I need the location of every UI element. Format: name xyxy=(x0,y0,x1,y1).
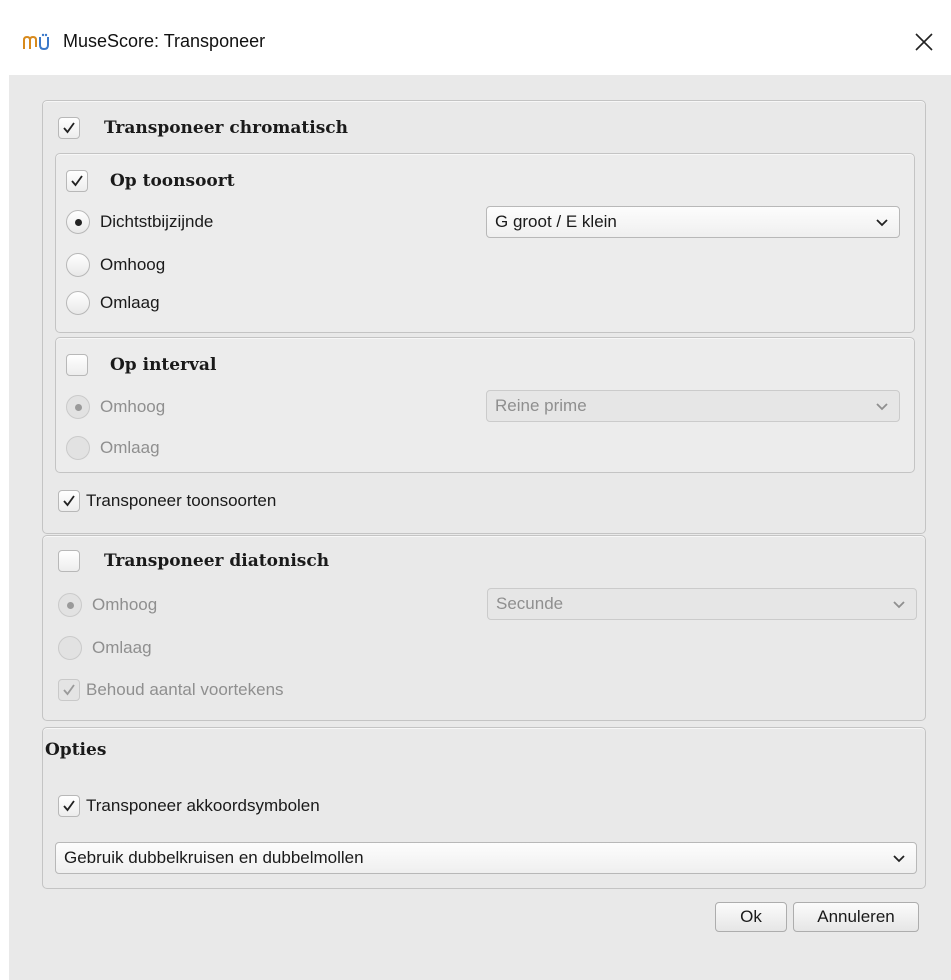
chromatic-label: Transponeer chromatisch xyxy=(104,118,349,138)
radio-up-interval-button[interactable] xyxy=(66,395,90,419)
accidentals-select[interactable]: Gebruik dubbelkruisen en dubbelmollen xyxy=(55,842,917,874)
options-title: Opties xyxy=(45,740,107,760)
by-interval-checkbox[interactable] xyxy=(66,354,88,376)
keep-accidentals-label: Behoud aantal voortekens xyxy=(86,680,284,699)
radio-nearest-button[interactable] xyxy=(66,210,90,234)
radio-up-interval[interactable]: Omhoog xyxy=(66,395,165,419)
radio-up-key[interactable]: Omhoog xyxy=(66,253,165,277)
chevron-down-icon xyxy=(876,219,888,227)
radio-down-diatonic-label: Omlaag xyxy=(92,638,152,657)
radio-down-interval-button[interactable] xyxy=(66,436,90,460)
radio-up-diatonic-label: Omhoog xyxy=(92,595,158,614)
by-interval-group: Op interval Omhoog Omlaag Reine prime xyxy=(55,337,915,473)
ok-button[interactable]: Ok xyxy=(715,902,787,932)
cancel-button[interactable]: Annuleren xyxy=(793,902,919,932)
by-key-checkbox-row[interactable]: Op toonsoort xyxy=(66,170,235,192)
accidentals-select-value: Gebruik dubbelkruisen en dubbelmollen xyxy=(64,848,364,867)
chromatic-group: Transponeer chromatisch Op toonsoort Dic… xyxy=(42,100,926,534)
checkmark-icon xyxy=(63,800,75,812)
diatonic-checkbox-row[interactable]: Transponeer diatonisch xyxy=(58,550,329,572)
radio-down-interval-label: Omlaag xyxy=(100,438,160,457)
musescore-icon xyxy=(23,33,49,51)
chord-symbols-checkbox[interactable] xyxy=(58,795,80,817)
checkmark-icon xyxy=(63,495,75,507)
radio-down-diatonic-button[interactable] xyxy=(58,636,82,660)
transpose-keys-row[interactable]: Transponeer toonsoorten xyxy=(58,490,276,512)
interval-select-value: Reine prime xyxy=(495,396,587,415)
degree-select-value: Secunde xyxy=(496,594,564,613)
close-button[interactable] xyxy=(897,9,951,75)
radio-up-key-button[interactable] xyxy=(66,253,90,277)
by-key-checkbox[interactable] xyxy=(66,170,88,192)
window-title: MuseScore: Transponeer xyxy=(63,31,266,51)
chevron-down-icon xyxy=(893,855,905,863)
options-group: Opties Transponeer akkoordsymbolen Gebru… xyxy=(42,727,926,889)
chevron-down-icon xyxy=(893,601,905,609)
by-key-label: Op toonsoort xyxy=(110,171,235,191)
radio-down-interval[interactable]: Omlaag xyxy=(66,436,160,460)
chord-symbols-row[interactable]: Transponeer akkoordsymbolen xyxy=(58,795,320,817)
checkmark-icon xyxy=(63,684,75,696)
degree-select[interactable]: Secunde xyxy=(487,588,917,620)
keep-accidentals-checkbox[interactable] xyxy=(58,679,80,701)
radio-down-diatonic[interactable]: Omlaag xyxy=(58,636,152,660)
radio-up-interval-label: Omhoog xyxy=(100,397,166,416)
by-interval-checkbox-row[interactable]: Op interval xyxy=(66,354,216,376)
chord-symbols-label: Transponeer akkoordsymbolen xyxy=(86,796,320,815)
keep-accidentals-row[interactable]: Behoud aantal voortekens xyxy=(58,679,284,701)
key-select-value: G groot / E klein xyxy=(495,212,617,231)
checkmark-icon xyxy=(71,175,83,187)
by-interval-label: Op interval xyxy=(110,355,217,375)
diatonic-checkbox[interactable] xyxy=(58,550,80,572)
radio-up-diatonic-button[interactable] xyxy=(58,593,82,617)
title-bar: MuseScore: Transponeer xyxy=(9,9,951,75)
chevron-down-icon xyxy=(876,403,888,411)
chromatic-checkbox-row[interactable]: Transponeer chromatisch xyxy=(58,117,348,139)
radio-up-key-label: Omhoog xyxy=(100,255,166,274)
key-select[interactable]: G groot / E klein xyxy=(486,206,900,238)
radio-nearest-label: Dichtstbijzijnde xyxy=(100,212,214,231)
radio-up-diatonic[interactable]: Omhoog xyxy=(58,593,157,617)
close-icon xyxy=(915,33,933,51)
transpose-keys-label: Transponeer toonsoorten xyxy=(86,491,277,510)
dialog-window: MuseScore: Transponeer Transponeer chrom… xyxy=(9,9,951,980)
checkmark-icon xyxy=(63,122,75,134)
interval-select[interactable]: Reine prime xyxy=(486,390,900,422)
by-key-group: Op toonsoort Dichtstbijzijnde Omhoog Oml… xyxy=(55,153,915,333)
radio-nearest[interactable]: Dichtstbijzijnde xyxy=(66,210,213,234)
radio-down-key-label: Omlaag xyxy=(100,293,160,312)
radio-down-key[interactable]: Omlaag xyxy=(66,291,160,315)
diatonic-label: Transponeer diatonisch xyxy=(104,551,330,571)
chromatic-checkbox[interactable] xyxy=(58,117,80,139)
radio-down-key-button[interactable] xyxy=(66,291,90,315)
diatonic-group: Transponeer diatonisch Omhoog Omlaag Beh… xyxy=(42,535,926,721)
transpose-keys-checkbox[interactable] xyxy=(58,490,80,512)
